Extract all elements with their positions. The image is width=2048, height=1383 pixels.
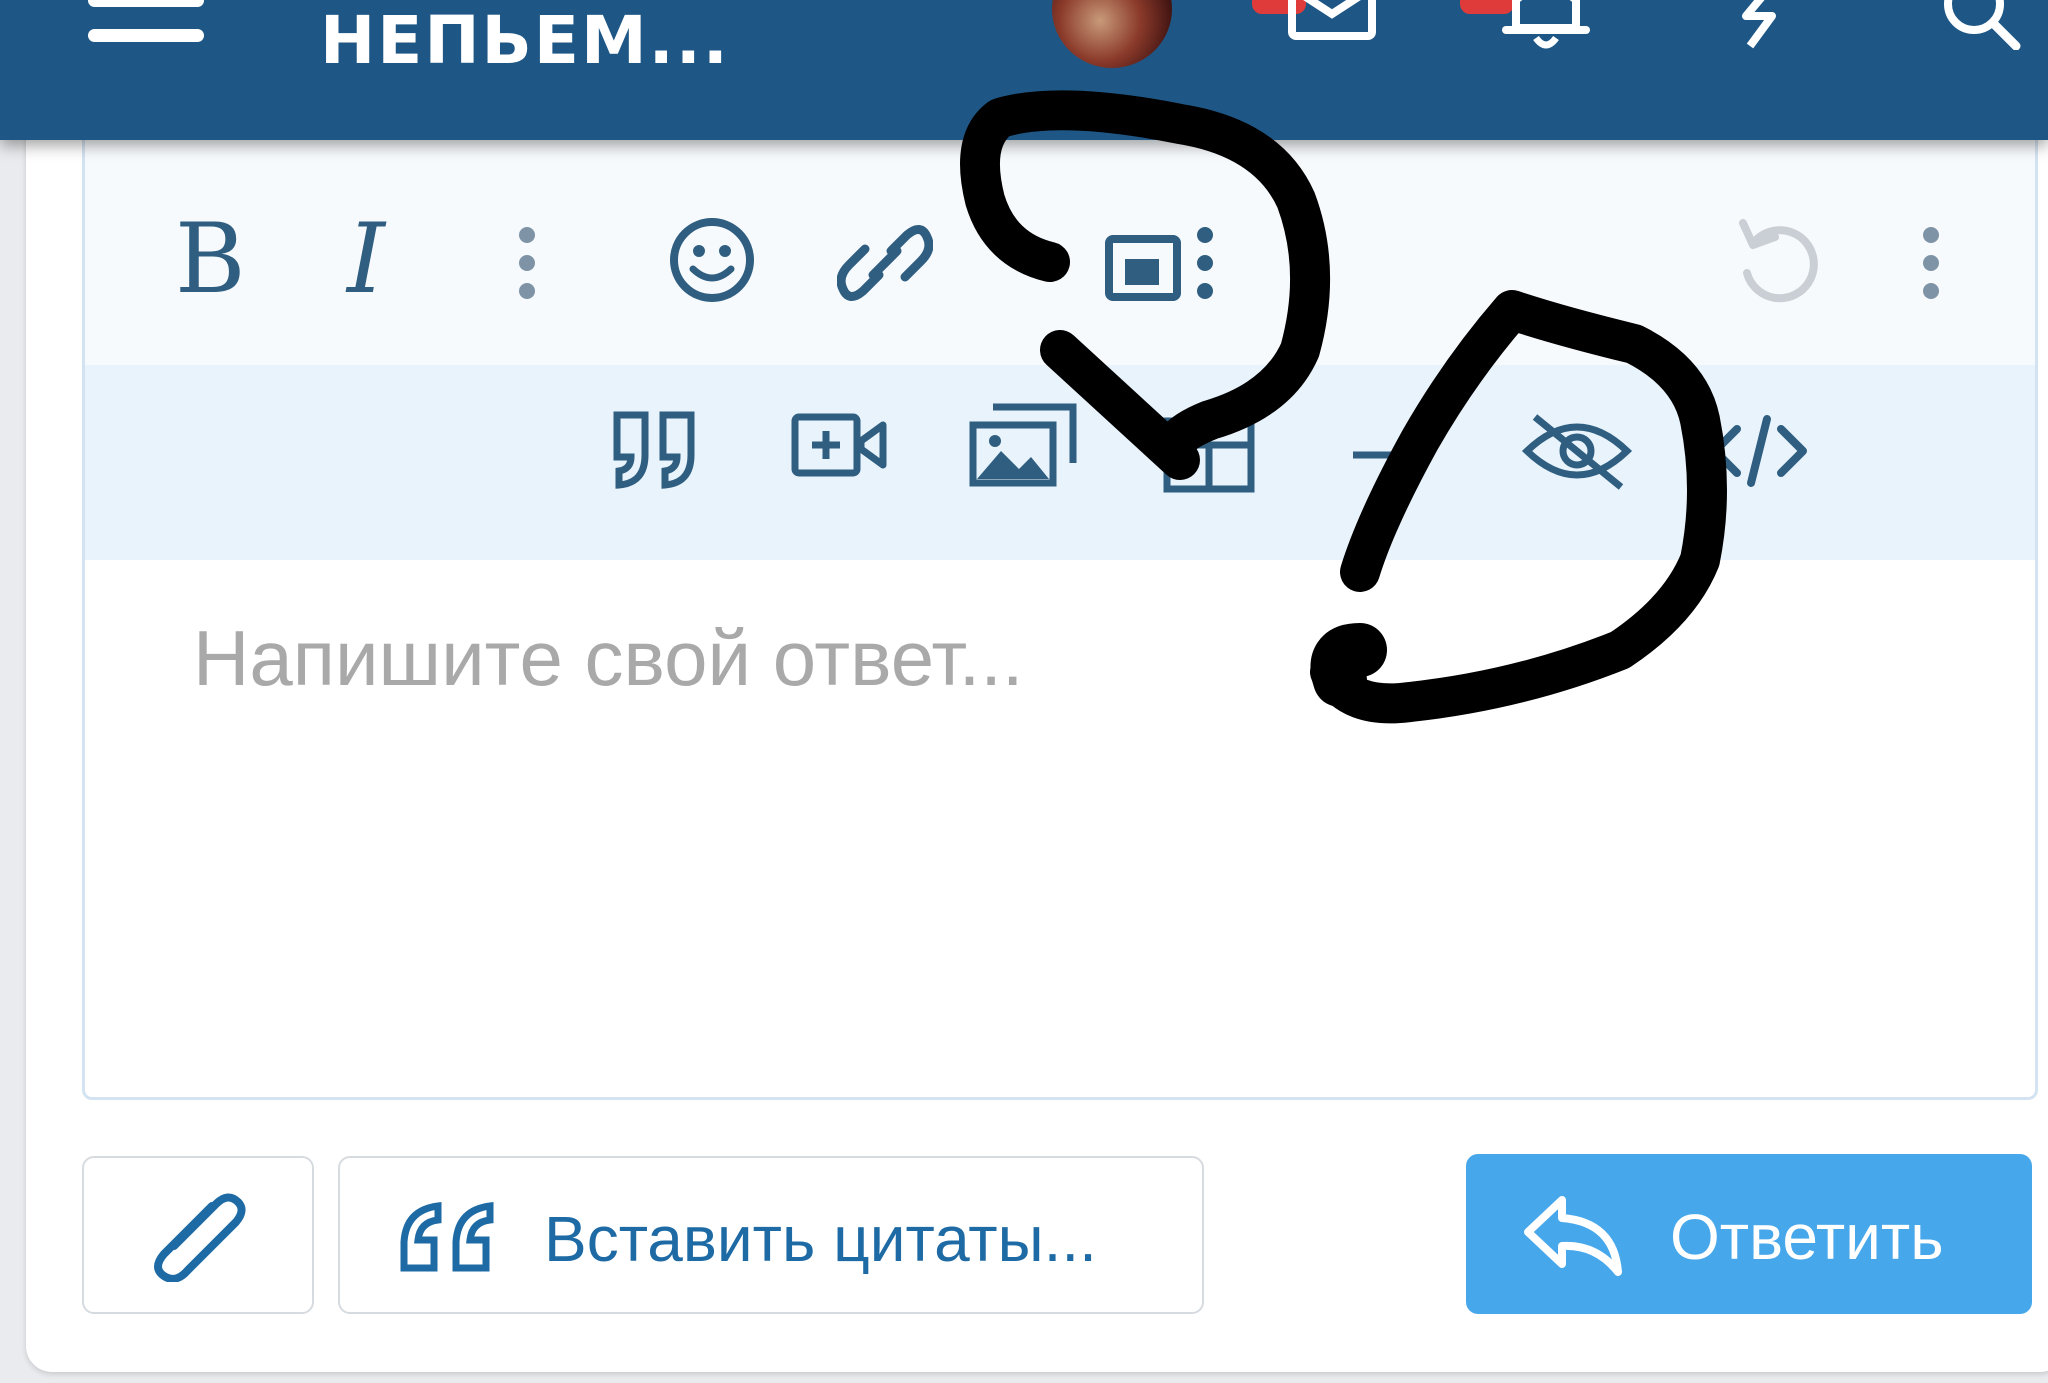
table-icon[interactable] [1161,415,1257,495]
more-insert-icon[interactable] [1193,223,1217,303]
insert-quotes-button[interactable]: Вставить цитаты... [338,1156,1204,1314]
mail-icon[interactable] [1286,0,1378,42]
hide-content-icon[interactable] [1521,411,1633,491]
more-options-icon[interactable] [515,223,539,303]
bold-button[interactable]: B [175,211,246,307]
avatar[interactable] [1052,0,1172,68]
lightning-icon[interactable] [1720,0,1800,52]
image-icon[interactable] [1103,233,1183,303]
undo-icon[interactable] [1733,215,1825,307]
quote-icon[interactable] [605,405,705,495]
smiley-icon[interactable] [667,215,757,305]
media-gallery-icon[interactable] [967,401,1079,487]
rich-text-editor: B I Напишите свой ответ... [82,130,2038,1100]
reply-textarea[interactable]: Напишите свой ответ... [193,613,1024,704]
horizontal-line-icon[interactable] [1349,445,1409,465]
more-actions-icon[interactable] [1919,223,1943,303]
menu-icon[interactable] [88,0,208,64]
editor-toolbar-secondary [85,365,2035,560]
reply-button[interactable]: Ответить [1466,1154,2032,1314]
reply-icon [1524,1196,1622,1276]
paperclip-icon [154,1193,246,1282]
insert-quotes-label: Вставить цитаты... [544,1203,1097,1275]
italic-button[interactable]: I [347,211,385,307]
code-icon[interactable] [1707,411,1811,491]
forum-title[interactable]: НЕПЬЕМ... [320,8,730,74]
search-icon[interactable] [1930,0,2030,50]
bell-icon[interactable] [1500,0,1592,52]
editor-toolbar-primary: B I [85,133,2035,365]
link-icon[interactable] [837,215,933,311]
reply-label: Ответить [1670,1201,1944,1273]
attach-files-button[interactable] [82,1156,314,1314]
add-video-icon[interactable] [789,411,889,481]
quote-open-icon [400,1202,494,1272]
top-navigation-bar: НЕПЬЕМ... [0,0,2048,140]
